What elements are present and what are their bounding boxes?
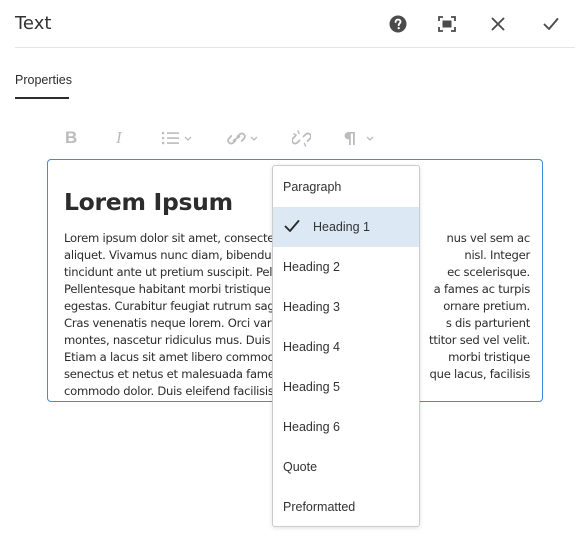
unlink-button[interactable] [292,126,311,150]
dropdown-item-heading-1[interactable]: Heading 1 [273,207,419,247]
dropdown-item-heading-2[interactable]: Heading 2 [273,247,419,287]
close-button[interactable] [486,12,510,36]
chevron-down-icon [184,136,192,141]
fullscreen-icon [438,16,456,32]
editor-text-right: ec scelerisque. [447,265,530,279]
checkmark-icon [543,18,559,30]
editor-text-left: aliquet. Vivamus nunc diam, bibendum [64,248,283,262]
dropdown-item-heading-3[interactable]: Heading 3 [273,287,419,327]
dropdown-item-paragraph[interactable]: Paragraph [273,167,419,207]
paragraph-format-button[interactable] [344,126,374,150]
editor-text-right: ttitor sed vel velit. [429,333,530,347]
dropdown-item-label: Paragraph [283,180,342,194]
dropdown-item-label: Preformatted [283,500,356,514]
link-button[interactable] [227,126,258,150]
done-button[interactable] [539,12,563,36]
dropdown-item-heading-6[interactable]: Heading 6 [273,407,419,447]
active-tab-indicator [15,97,69,99]
close-icon [491,17,505,31]
editor-text-right: que lacus, facilisis [429,367,530,381]
editor-text-right: nisl. Integer [464,248,530,262]
dropdown-item-label: Quote [283,460,318,474]
dialog-title: Text [15,13,52,34]
dropdown-item-label: Heading 6 [283,420,340,434]
editor-text-left: montes, nascetur ridiculus mus. Duis no [64,333,288,347]
chevron-down-icon [250,136,258,141]
dropdown-item-label: Heading 5 [283,380,340,394]
dropdown-item-label: Heading 3 [283,300,340,314]
editor-text-left: tincidunt ante ut pretium suscipit. Pell… [64,265,287,279]
editor-text-left: egestas. Curabitur feugiat rutrum sagitt… [64,299,289,313]
fullscreen-button[interactable] [435,12,459,36]
editor-text-left: Etiam a lacus sit amet libero commodo [64,350,282,364]
dropdown-item-label: Heading 4 [283,340,340,354]
tab-properties[interactable]: Properties [15,73,72,87]
editor-text-left: senectus et netus et malesuada fames a [64,367,291,381]
dropdown-item-label: Heading 2 [283,260,340,274]
header-divider [15,47,575,48]
unlink-icon [292,129,311,147]
dialog-header: Text [0,0,588,48]
editor-text-right: s dis parturient [445,316,530,330]
list-icon [162,132,179,145]
editor-text-left: Lorem ipsum dolor sit amet, consectetu [64,231,286,245]
chevron-down-icon [366,136,374,141]
editor-text-left: Pellentesque habitant morbi tristique se [64,282,287,296]
editor-text-right: morbi tristique [448,350,530,364]
editor-text-right: a fames ac turpis [433,282,531,296]
editor-heading: Lorem Ipsum [64,188,233,216]
dropdown-item-preformatted[interactable]: Preformatted [273,487,419,527]
italic-button[interactable]: I [116,126,122,150]
dropdown-item-quote[interactable]: Quote [273,447,419,487]
help-button[interactable] [386,12,410,36]
editor-text-left: Cras venenatis neque lorem. Orci varius [64,316,288,330]
list-button[interactable] [162,126,192,150]
paragraph-format-dropdown: Paragraph Heading 1 Heading 2 Heading 3 Head… [272,165,420,527]
editor-text-right: nus vel sem ac [446,231,531,245]
editor-text-right: ornare pretium. [443,299,530,313]
dropdown-item-heading-4[interactable]: Heading 4 [273,327,419,367]
dropdown-item-heading-5[interactable]: Heading 5 [273,367,419,407]
bold-button[interactable]: B [65,126,77,150]
dropdown-item-label: Heading 1 [313,220,370,234]
pilcrow-icon [344,131,355,145]
help-icon [389,15,407,33]
checkmark-icon [284,220,300,232]
link-icon [227,132,246,144]
editor-text-left: commodo dolor. Duis eleifend facilisis l… [64,384,287,398]
